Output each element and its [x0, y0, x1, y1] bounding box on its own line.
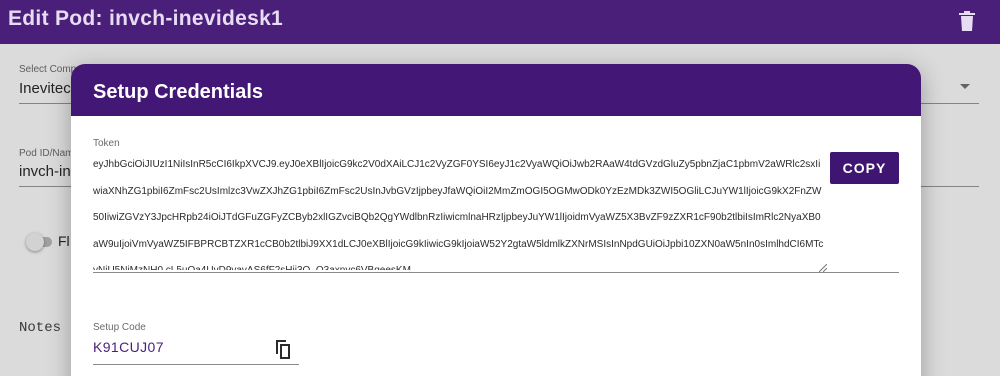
setup-code-value: K91CUJ07: [93, 339, 164, 355]
token-textarea[interactable]: eyJhbGciOiJIUzI1NiIsInR5cCI6IkpXVCJ9.eyJ…: [93, 152, 825, 270]
setup-code-underline: [93, 364, 299, 365]
resize-grip-icon[interactable]: [819, 264, 827, 272]
content-copy-icon[interactable]: [274, 338, 292, 360]
token-underline: [93, 272, 899, 273]
dialog-header: Setup Credentials: [71, 64, 921, 116]
token-label: Token: [93, 138, 120, 149]
setup-code-label: Setup Code: [93, 322, 146, 333]
setup-credentials-dialog: Setup Credentials Token eyJhbGciOiJIUzI1…: [71, 64, 921, 376]
copy-button[interactable]: COPY: [830, 152, 899, 184]
app-bar: Edit Pod: invch-inevidesk1: [0, 0, 1000, 44]
page-title: Edit Pod: invch-inevidesk1: [8, 7, 284, 30]
trash-icon[interactable]: [958, 10, 976, 32]
dialog-title: Setup Credentials: [93, 81, 264, 103]
